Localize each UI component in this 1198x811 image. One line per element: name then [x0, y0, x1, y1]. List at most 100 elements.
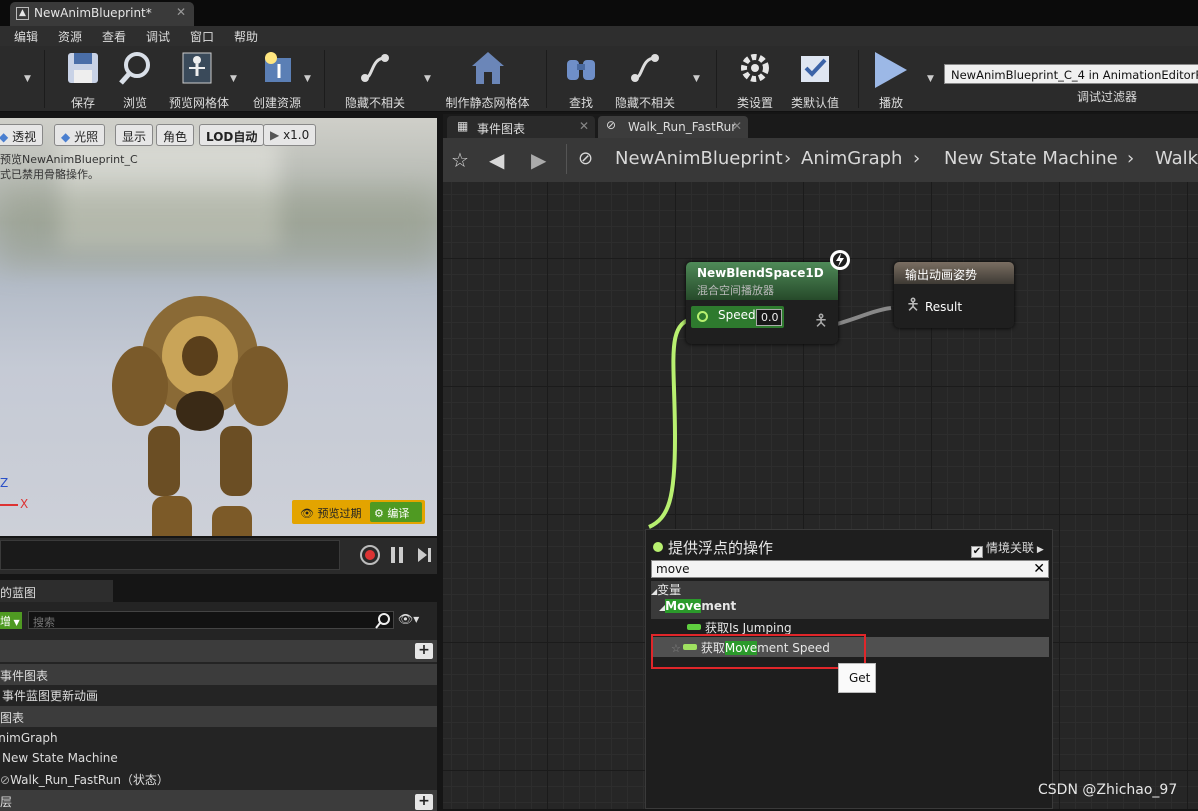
list-item-event-update[interactable]: 事件蓝图更新动画 — [0, 684, 437, 705]
menu-asset[interactable]: 资源 — [58, 28, 82, 45]
lighting-button[interactable]: ◆ 光照 — [54, 124, 106, 146]
list-item-state[interactable]: ⊘Walk_Run_FastRun（状态） — [0, 768, 437, 789]
chevron-down-icon[interactable]: ▼ — [424, 74, 431, 84]
chevron-down-icon[interactable]: ▼ — [24, 74, 31, 84]
static-mesh-icon — [471, 52, 504, 84]
menu-view[interactable]: 查看 — [102, 28, 126, 45]
category-graphs[interactable]: 图表 — [0, 706, 437, 727]
list-item-state-machine[interactable]: New State Machine — [0, 748, 437, 769]
speed-value-field[interactable]: 0.0 — [756, 309, 782, 326]
record-icon[interactable] — [360, 545, 380, 565]
graph-tab-bar: ▦ 事件图表 ✕ ⊘ Walk_Run_FastRur ✕ — [443, 114, 1198, 138]
category-layers[interactable]: 层 + — [0, 790, 437, 811]
play-icon: ▶ — [270, 128, 280, 142]
lighting-label: 光照 — [74, 130, 99, 144]
chevron-down-icon[interactable]: ▼ — [230, 74, 237, 84]
hide-unrelated-button-2[interactable]: 隐藏不相关 — [610, 50, 680, 110]
save-icon — [68, 53, 98, 83]
pause-icon[interactable] — [390, 545, 404, 565]
pose-pin-icon[interactable]: 🯅 — [814, 310, 828, 337]
context-sensitive-toggle[interactable]: ✔ 情境关联 ▶ — [971, 539, 1044, 558]
compile-toolbar-button[interactable] — [0, 50, 18, 110]
action-search-input[interactable]: move ✕ — [651, 560, 1049, 578]
play-button[interactable]: 播放 — [856, 50, 926, 110]
category-label: 图表 — [0, 711, 25, 725]
perspective-button[interactable]: ◆ 透视 — [0, 124, 44, 146]
search-highlight: Move — [665, 599, 702, 613]
menu-edit[interactable]: 编辑 — [14, 28, 38, 45]
close-icon[interactable]: ✕ — [732, 119, 742, 133]
blendspace-node[interactable]: NewBlendSpace1D 混合空间播放器 Speed 0.0 🯅 — [686, 250, 850, 344]
class-defaults-label: 类默认值 — [790, 96, 839, 110]
pin-icon — [697, 311, 708, 322]
chevron-down-icon[interactable]: ▼ — [304, 74, 311, 84]
checkbox-icon: ✔ — [971, 546, 983, 558]
add-icon[interactable]: + — [415, 643, 433, 659]
action-menu-title: 提供浮点的操作 — [668, 539, 774, 557]
preview-viewport[interactable]: ◆ 透视 ◆ 光照 显示 角色 LOD自动 ▶ x1.0 预览NewAnimBl… — [0, 118, 437, 536]
debug-filter-select[interactable]: NewAnimBlueprint_C_4 in AnimationEditorP… — [944, 64, 1198, 84]
pose-pin-icon[interactable]: 🯅 — [906, 294, 920, 321]
output-pose-node[interactable]: 输出动画姿势 🯅 Result — [894, 262, 1014, 328]
create-asset-label: 创建资源 — [252, 96, 301, 110]
menu-help[interactable]: 帮助 — [234, 28, 258, 45]
blueprint-search-input[interactable]: 搜索 — [28, 611, 394, 629]
tab-state[interactable]: ⊘ Walk_Run_FastRur ✕ — [598, 116, 748, 138]
play-speed-label: x1.0 — [283, 128, 310, 142]
toolbar-separator — [716, 50, 717, 108]
play-speed-button[interactable]: ▶ x1.0 — [263, 124, 317, 146]
graph-nodes-icon — [361, 54, 389, 82]
my-blueprint-tab[interactable]: 我的蓝图 — [0, 580, 113, 602]
class-defaults-button[interactable]: 类默认值 — [780, 50, 850, 110]
preview-expired-button[interactable]: 👁 预览过期 — [296, 503, 365, 521]
clear-search-icon[interactable]: ✕ — [1033, 561, 1045, 577]
sphere-icon: ◆ — [61, 130, 71, 144]
category-variables[interactable]: ◢变量 — [651, 581, 1049, 601]
character-button[interactable]: 角色 — [156, 124, 195, 146]
menu-debug[interactable]: 调试 — [146, 28, 170, 45]
search-icon[interactable] — [374, 612, 392, 630]
lod-button[interactable]: LOD自动 — [199, 124, 265, 146]
category-event-graph[interactable]: 事件图表 — [0, 664, 437, 685]
find-button[interactable]: 查找 — [546, 50, 616, 110]
chevron-right-icon: ▶ — [1034, 545, 1044, 555]
make-static-mesh-button[interactable]: 制作静态网格体 — [440, 50, 535, 110]
tab-event-graph-label: 事件图表 — [477, 122, 526, 136]
make-static-mesh-label: 制作静态网格体 — [445, 96, 530, 110]
close-icon[interactable]: ✕ — [579, 119, 589, 133]
my-blueprint-title: 我的蓝图 — [0, 586, 37, 600]
category-movement[interactable]: ◢Movement — [651, 599, 1049, 619]
background-foliage — [0, 188, 437, 268]
compile-button[interactable]: ⚙ 编译 — [370, 502, 422, 522]
view-options-icon[interactable]: 👁▾ — [398, 612, 419, 626]
menu-window[interactable]: 窗口 — [190, 28, 214, 45]
viewport-action-bar: 👁 预览过期 ⚙ 编译 — [292, 500, 425, 524]
list-item-animgraph[interactable]: AnimGraph — [0, 728, 437, 749]
hide-unrelated-label-2: 隐藏不相关 — [614, 96, 675, 110]
my-blueprint-panel: 增 ▼ 搜索 👁▾ + 事件图表 事件蓝图更新动画 图表 AnimGraph N… — [0, 602, 437, 811]
category-label: ment — [701, 599, 737, 613]
timeline-scrubber[interactable] — [0, 540, 340, 570]
create-asset-button[interactable]: 创建资源 — [242, 50, 312, 110]
chevron-down-icon[interactable]: ▼ — [693, 74, 700, 84]
menu-bar: 编辑 资源 查看 调试 窗口 帮助 — [0, 26, 1198, 46]
add-icon[interactable]: + — [415, 794, 433, 810]
hide-unrelated-button[interactable]: 隐藏不相关 — [340, 50, 410, 110]
show-button[interactable]: 显示 — [115, 124, 154, 146]
play-label: 播放 — [878, 96, 903, 110]
document-tab[interactable]: ▲ NewAnimBlueprint* ✕ — [10, 2, 194, 26]
context-sensitive-label: 情境关联 — [986, 541, 1035, 555]
close-tab-icon[interactable]: ✕ — [176, 5, 186, 19]
chevron-down-icon[interactable]: ▼ — [927, 74, 934, 84]
skeleton-mesh-icon — [182, 52, 212, 84]
preview-expired-label: 预览过期 — [317, 507, 362, 520]
list-item-label: AnimGraph — [0, 731, 58, 745]
tooltip: Get — [838, 663, 876, 693]
toolbar-separator — [44, 50, 45, 108]
tab-event-graph[interactable]: ▦ 事件图表 ✕ — [447, 116, 595, 138]
float-pin-icon — [653, 542, 663, 552]
preview-mesh-button[interactable]: 预览网格体 — [162, 50, 232, 110]
magnifier-icon — [119, 52, 150, 85]
add-new-button[interactable]: 增 ▼ — [0, 612, 22, 629]
step-forward-icon[interactable] — [416, 545, 432, 565]
